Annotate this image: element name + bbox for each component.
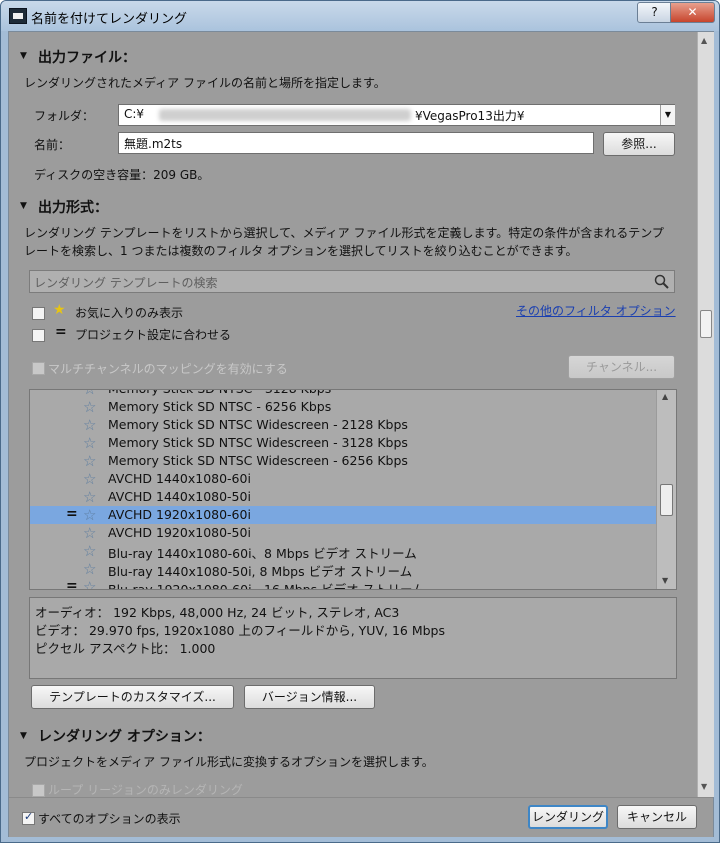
dialog-scrollbar[interactable]: ▲ ▼ <box>697 32 714 797</box>
scroll-down-icon[interactable]: ▼ <box>701 782 707 791</box>
chevron-down-icon[interactable]: ▼ <box>660 105 675 125</box>
template-label: Memory Stick SD NTSC - 6256 Kbps <box>108 399 332 414</box>
render-button[interactable]: レンダリング <box>528 805 608 829</box>
template-row[interactable]: ☆ Blu-ray 1440x1080-60i、8 Mbps ビデオ ストリーム <box>30 542 656 561</box>
dialog-body: ▼ 出力ファイル： レンダリングされたメディア ファイルの名前と場所を指定します… <box>8 31 714 837</box>
dialog-scroll-thumb[interactable] <box>700 310 712 338</box>
match-project-checkbox[interactable] <box>32 329 45 342</box>
template-label: Memory Stick SD NTSC Widescreen - 6256 K… <box>108 453 408 468</box>
favorite-star-icon[interactable]: ☆ <box>83 560 96 578</box>
multichannel-label: マルチチャンネルのマッピングを有効にする <box>48 362 288 376</box>
template-label: Memory Stick SD NTSC Widescreen - 3128 K… <box>108 435 408 450</box>
favorite-star-icon[interactable]: ☆ <box>83 506 96 524</box>
favorite-star-icon[interactable]: ☆ <box>83 488 96 506</box>
favorite-star-icon[interactable]: ☆ <box>83 578 96 589</box>
search-placeholder: レンダリング テンプレートの検索 <box>34 276 218 290</box>
template-row[interactable]: ☆ AVCHD 1440x1080-50i <box>30 488 656 506</box>
output-format-description-1: レンダリング テンプレートをリストから選択して、メディア ファイル形式を定義しま… <box>24 226 664 240</box>
app-icon <box>9 8 27 24</box>
template-row[interactable]: ☆ Memory Stick SD NTSC Widescreen - 3128 … <box>30 434 656 452</box>
close-button[interactable]: ✕ <box>670 2 715 23</box>
equals-icon: = <box>66 578 78 590</box>
favorite-star-icon[interactable]: ☆ <box>83 398 96 416</box>
scroll-content: ▼ 出力ファイル： レンダリングされたメディア ファイルの名前と場所を指定します… <box>9 32 697 797</box>
title-bar[interactable]: 名前を付けてレンダリング ? ✕ <box>1 1 719 31</box>
collapse-triangle-icon[interactable]: ▼ <box>20 51 27 61</box>
dialog-footer: すべてのオプションの表示 レンダリング キャンセル <box>9 797 713 837</box>
favorite-star-icon[interactable]: ☆ <box>83 390 96 398</box>
collapse-triangle-icon[interactable]: ▼ <box>20 201 27 211</box>
template-row[interactable]: ☆ AVCHD 1920x1080-50i <box>30 524 656 542</box>
favorite-star-icon[interactable]: ☆ <box>83 470 96 488</box>
scroll-up-icon[interactable]: ▲ <box>662 392 668 401</box>
template-label: Memory Stick SD NTSC Widescreen - 2128 K… <box>108 417 408 432</box>
name-input[interactable]: 無題.m2ts <box>118 132 594 154</box>
folder-combobox[interactable]: C:¥ ¥VegasPro13出力¥ ▼ <box>118 104 675 126</box>
star-icon: ★ <box>53 302 66 318</box>
folder-label: フォルダ： <box>34 109 95 123</box>
list-scrollbar[interactable]: ▲ ▼ <box>656 390 676 589</box>
list-scroll-thumb[interactable] <box>660 484 673 516</box>
favorite-star-icon[interactable]: ☆ <box>83 524 96 542</box>
multichannel-checkbox[interactable] <box>32 362 45 375</box>
channels-button[interactable]: チャンネル... <box>568 355 675 379</box>
show-all-options-label: すべてのオプションの表示 <box>38 812 181 826</box>
cancel-button[interactable]: キャンセル <box>617 805 697 829</box>
template-label: AVCHD 1440x1080-50i <box>108 489 251 504</box>
template-search-input[interactable]: レンダリング テンプレートの検索 <box>29 270 675 293</box>
help-button[interactable]: ? <box>637 2 672 23</box>
customize-template-button[interactable]: テンプレートのカスタマイズ... <box>31 685 234 709</box>
loop-region-checkbox[interactable] <box>32 784 45 797</box>
loop-region-label: ループ リージョンのみレンダリング <box>48 783 243 797</box>
favorite-star-icon[interactable]: ☆ <box>83 452 96 470</box>
equals-icon: = <box>55 324 67 340</box>
favorites-only-label: お気に入りのみ表示 <box>75 306 184 320</box>
template-row[interactable]: ☆ AVCHD 1440x1080-60i <box>30 470 656 488</box>
match-project-label: プロジェクト設定に合わせる <box>75 328 232 342</box>
favorites-only-checkbox[interactable] <box>32 307 45 320</box>
favorite-star-icon[interactable]: ☆ <box>83 542 96 560</box>
show-all-options-checkbox[interactable] <box>22 810 35 825</box>
render-options-heading: レンダリング オプション： <box>38 729 211 745</box>
collapse-triangle-icon[interactable]: ▼ <box>20 731 27 741</box>
template-info-box: オーディオ： 192 Kbps, 48,000 Hz, 24 ビット, ステレオ… <box>29 597 677 679</box>
render-as-dialog: 名前を付けてレンダリング ? ✕ ▼ 出力ファイル： レンダリングされたメディア… <box>0 0 720 843</box>
template-label: Blu-ray 1920x1080-60i、16 Mbps ビデオ ストリーム <box>108 582 425 590</box>
info-pixel-aspect: ピクセル アスペクト比： 1.000 <box>35 641 216 656</box>
search-icon[interactable] <box>654 274 670 290</box>
folder-prefix: C:¥ <box>124 107 145 121</box>
output-format-description-2: レートを検索し、1 つまたは複数のフィルタ オプションを選択してリストを絞り込む… <box>24 244 578 258</box>
template-list[interactable]: ☆ Memory Stick SD NTSC - 3128 Kbps ☆ Memory… <box>29 389 677 590</box>
template-label: AVCHD 1920x1080-50i <box>108 525 251 540</box>
template-row[interactable]: = ☆ AVCHD 1920x1080-60i <box>30 506 656 524</box>
output-file-description: レンダリングされたメディア ファイルの名前と場所を指定します。 <box>24 76 386 90</box>
about-button[interactable]: バージョン情報... <box>244 685 375 709</box>
scroll-up-icon[interactable]: ▲ <box>701 36 707 45</box>
browse-button[interactable]: 参照... <box>603 132 675 156</box>
template-label: Memory Stick SD NTSC - 3128 Kbps <box>108 390 331 396</box>
equals-icon: = <box>66 506 78 522</box>
scroll-down-icon[interactable]: ▼ <box>662 576 668 585</box>
template-label: AVCHD 1920x1080-60i <box>108 507 251 522</box>
folder-suffix: ¥VegasPro13出力¥ <box>415 109 525 123</box>
info-video: ビデオ： 29.970 fps, 1920x1080 上のフィールドから, YU… <box>35 623 445 638</box>
info-audio: オーディオ： 192 Kbps, 48,000 Hz, 24 ビット, ステレオ… <box>35 605 400 620</box>
favorite-star-icon[interactable]: ☆ <box>83 434 96 452</box>
template-row[interactable]: ☆ Memory Stick SD NTSC - 6256 Kbps <box>30 398 656 416</box>
name-label: 名前： <box>34 138 71 152</box>
template-row[interactable]: ☆ Memory Stick SD NTSC - 3128 Kbps <box>30 390 656 398</box>
template-row[interactable]: = ☆ Blu-ray 1920x1080-60i、16 Mbps ビデオ ストリー… <box>30 578 656 590</box>
favorite-star-icon[interactable]: ☆ <box>83 416 96 434</box>
template-row[interactable]: ☆ Blu-ray 1440x1080-50i, 8 Mbps ビデオ ストリーム <box>30 560 656 579</box>
template-row[interactable]: ☆ Memory Stick SD NTSC Widescreen - 6256 … <box>30 452 656 470</box>
output-format-heading: 出力形式： <box>38 200 108 216</box>
redacted-path <box>159 109 411 121</box>
template-row[interactable]: ☆ Memory Stick SD NTSC Widescreen - 2128 … <box>30 416 656 434</box>
disk-space-text: ディスクの空き容量：209 GB。 <box>34 168 210 182</box>
template-label: AVCHD 1440x1080-60i <box>108 471 251 486</box>
render-options-description: プロジェクトをメディア ファイル形式に変換するオプションを選択します。 <box>24 755 434 769</box>
output-file-heading: 出力ファイル： <box>38 50 136 66</box>
other-filter-options-link[interactable]: その他のフィルタ オプション <box>516 302 676 319</box>
window-title: 名前を付けてレンダリング <box>31 12 188 27</box>
